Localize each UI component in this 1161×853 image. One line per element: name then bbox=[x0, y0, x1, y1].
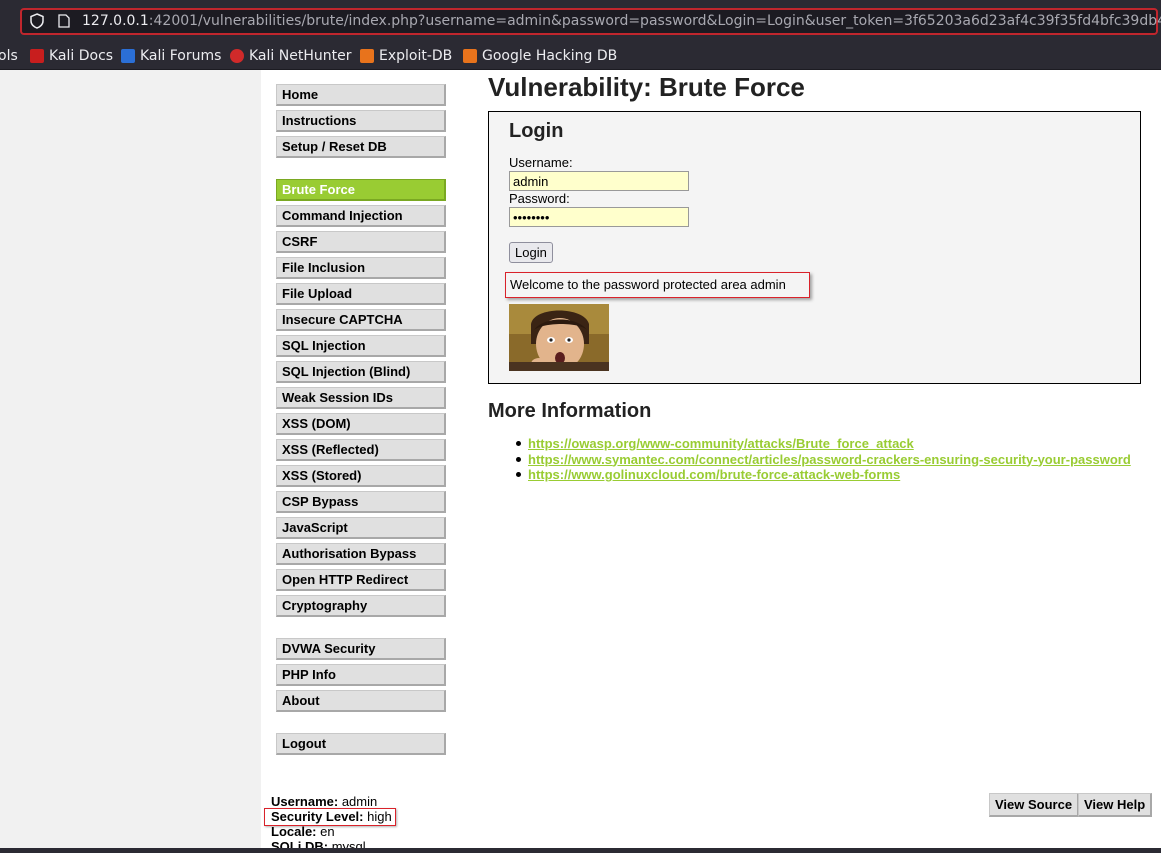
bookmark-label: Kali Docs bbox=[49, 48, 114, 64]
kali-nethunter-icon bbox=[230, 49, 244, 63]
menu-item-home[interactable]: Home bbox=[276, 84, 446, 106]
url-bar[interactable]: 127.0.0.1:42001/vulnerabilities/brute/in… bbox=[20, 8, 1161, 35]
left-margin bbox=[0, 70, 261, 848]
shield-icon[interactable] bbox=[30, 13, 44, 29]
menu-item-xss-stored[interactable]: XSS (Stored) bbox=[276, 465, 446, 487]
menu-item-dvwa-security[interactable]: DVWA Security bbox=[276, 638, 446, 660]
menu-item-file-inclusion[interactable]: File Inclusion bbox=[276, 257, 446, 279]
welcome-message: Welcome to the password protected area a… bbox=[505, 272, 810, 298]
bookmark-google-hacking-db[interactable]: Google Hacking DB bbox=[463, 46, 617, 66]
footer-security-level: Security Level: high bbox=[271, 809, 392, 824]
more-information-heading: More Information bbox=[488, 400, 652, 422]
bookmark-exploit-db[interactable]: Exploit-DB bbox=[360, 46, 452, 66]
login-panel: Login Username: Password: Login Welcome … bbox=[488, 111, 1141, 384]
footer-locale: Locale: en bbox=[271, 824, 392, 839]
footer-username-value: admin bbox=[341, 794, 378, 809]
bookmark-kali-docs[interactable]: Kali Docs bbox=[30, 46, 113, 66]
menu-item-xss-dom[interactable]: XSS (DOM) bbox=[276, 413, 446, 435]
more-information-links: https://owasp.org/www-community/attacks/… bbox=[514, 436, 1131, 483]
view-help-button[interactable]: View Help bbox=[1078, 793, 1153, 817]
menu-item-instructions[interactable]: Instructions bbox=[276, 110, 446, 132]
password-label: Password: bbox=[509, 191, 570, 206]
menu-item-weak-session-ids[interactable]: Weak Session IDs bbox=[276, 387, 446, 409]
menu-item-authorisation-bypass[interactable]: Authorisation Bypass bbox=[276, 543, 446, 565]
login-heading: Login bbox=[509, 120, 564, 142]
menu-item-sql-injection[interactable]: SQL Injection bbox=[276, 335, 446, 357]
user-info: Username: admin Security Level: high Loc… bbox=[271, 794, 392, 853]
password-input[interactable] bbox=[509, 207, 689, 227]
bookmark-kali-forums[interactable]: Kali Forums bbox=[121, 46, 221, 66]
menu-item-xss-reflected[interactable]: XSS (Reflected) bbox=[276, 439, 446, 461]
menu-item-csp-bypass[interactable]: CSP Bypass bbox=[276, 491, 446, 513]
footer-security-label: Security Level: bbox=[271, 809, 364, 824]
footer-security-value: high bbox=[367, 809, 392, 824]
menu-item-sql-injection-blind[interactable]: SQL Injection (Blind) bbox=[276, 361, 446, 383]
page-icon bbox=[58, 14, 70, 28]
menu-item-php-info[interactable]: PHP Info bbox=[276, 664, 446, 686]
bookmark-label: Kali Forums bbox=[140, 48, 222, 64]
menu-item-csrf[interactable]: CSRF bbox=[276, 231, 446, 253]
browser-toolbar: 127.0.0.1:42001/vulnerabilities/brute/in… bbox=[0, 0, 1161, 42]
footer-username-label: Username: bbox=[271, 794, 339, 809]
menu-item-open-http-redirect[interactable]: Open HTTP Redirect bbox=[276, 569, 446, 591]
bookmark-label: Exploit-DB bbox=[379, 48, 453, 64]
menu-item-insecure-captcha[interactable]: Insecure CAPTCHA bbox=[276, 309, 446, 331]
footer-locale-label: Locale: bbox=[271, 824, 317, 839]
menu-item-cryptography[interactable]: Cryptography bbox=[276, 595, 446, 617]
footer-locale-value: en bbox=[320, 824, 335, 839]
menu-item-brute-force[interactable]: Brute Force bbox=[276, 179, 446, 201]
menu-item-file-upload[interactable]: File Upload bbox=[276, 283, 446, 305]
bookmark-label: Kali NetHunter bbox=[249, 48, 352, 64]
bookmark-label: Google Hacking DB bbox=[482, 48, 618, 64]
url-host: 127.0.0.1 bbox=[82, 13, 149, 29]
username-input[interactable] bbox=[509, 171, 689, 191]
menu-item-logout[interactable]: Logout bbox=[276, 733, 446, 755]
owasp-link[interactable]: https://owasp.org/www-community/attacks/… bbox=[528, 436, 914, 451]
menu-item-setup[interactable]: Setup / Reset DB bbox=[276, 136, 446, 158]
menu-item-command-injection[interactable]: Command Injection bbox=[276, 205, 446, 227]
bottom-bar bbox=[0, 848, 1161, 853]
username-label: Username: bbox=[509, 155, 573, 170]
view-source-button[interactable]: View Source bbox=[989, 793, 1080, 817]
user-avatar bbox=[509, 304, 609, 371]
bookmark-tools[interactable]: ols bbox=[0, 46, 18, 66]
bookmark-label: ols bbox=[0, 48, 18, 64]
login-button[interactable]: Login bbox=[509, 242, 553, 263]
symantec-link[interactable]: https://www.symantec.com/connect/article… bbox=[528, 452, 1131, 467]
kali-forums-icon bbox=[121, 49, 135, 63]
exploit-db-icon bbox=[360, 49, 374, 63]
list-item: https://www.symantec.com/connect/article… bbox=[514, 452, 1131, 468]
page-body: Home Instructions Setup / Reset DB Brute… bbox=[0, 70, 1161, 853]
url-path: :42001/vulnerabilities/brute/index.php?u… bbox=[148, 13, 1161, 29]
bookmarks-bar: ols Kali Docs Kali Forums Kali NetHunter… bbox=[0, 42, 1161, 70]
golinuxcloud-link[interactable]: https://www.golinuxcloud.com/brute-force… bbox=[528, 467, 900, 482]
bookmark-kali-nethunter[interactable]: Kali NetHunter bbox=[230, 46, 351, 66]
page-title: Vulnerability: Brute Force bbox=[488, 72, 805, 102]
footer-username: Username: admin bbox=[271, 794, 392, 809]
list-item: https://www.golinuxcloud.com/brute-force… bbox=[514, 467, 1131, 483]
list-item: https://owasp.org/www-community/attacks/… bbox=[514, 436, 1131, 452]
url-text[interactable]: 127.0.0.1:42001/vulnerabilities/brute/in… bbox=[82, 13, 1161, 29]
menu-item-javascript[interactable]: JavaScript bbox=[276, 517, 446, 539]
menu-item-about[interactable]: About bbox=[276, 690, 446, 712]
ghdb-icon bbox=[463, 49, 477, 63]
kali-docs-icon bbox=[30, 49, 44, 63]
